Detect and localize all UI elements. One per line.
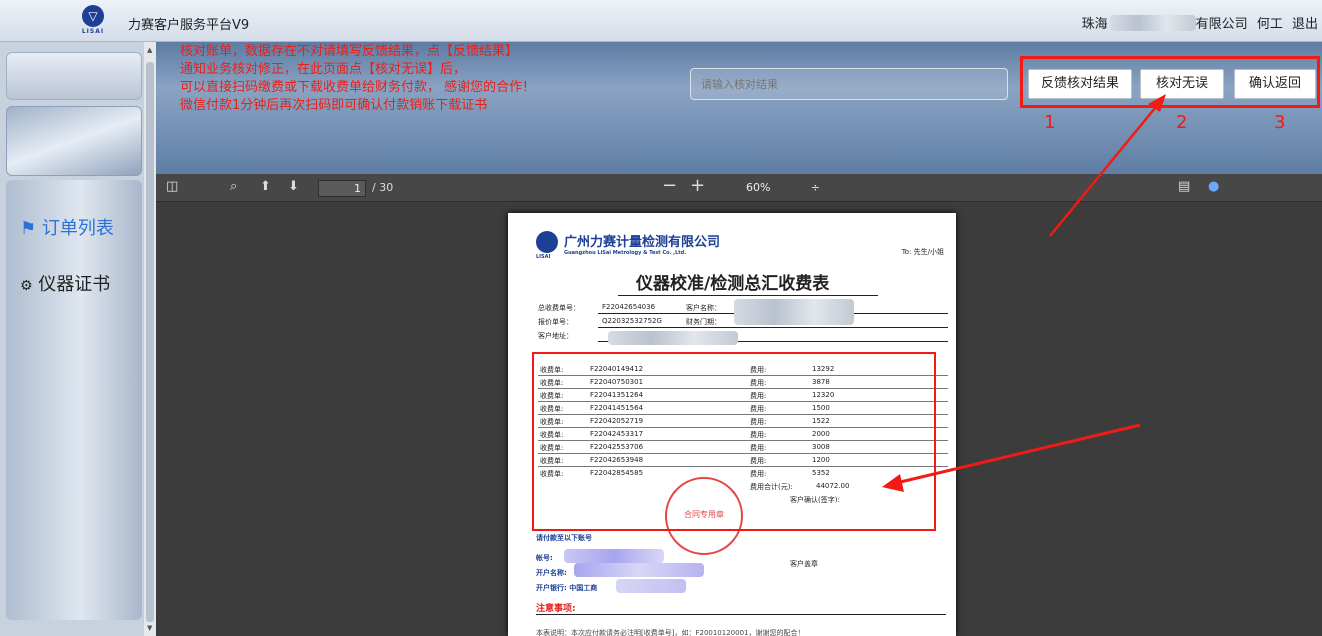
- notice-text: 核对账单，数据存在不对请填写反馈结果，点【反馈结果】 通知业务核对修正，在此页面…: [180, 43, 660, 115]
- user-area: 珠海 有限公司 何工 退出: [1077, 13, 1318, 32]
- sidebar-banner: [6, 52, 142, 100]
- zoom-select[interactable]: 60% ÷: [738, 179, 830, 197]
- sidebar-item-certificates[interactable]: ⚙ 仪器证书: [20, 270, 110, 296]
- scroll-up-icon[interactable]: ▲: [147, 46, 152, 54]
- field-line: [598, 327, 948, 328]
- bank-label: 开户银行: 中国工商: [536, 584, 598, 592]
- highlight-box-fees: [532, 352, 936, 531]
- verified-icon[interactable]: ●: [1208, 179, 1219, 194]
- quote-no: Q22032532752G: [602, 317, 662, 325]
- select-arrow-icon: ÷: [810, 181, 820, 194]
- customer-name-blurred: [734, 299, 854, 325]
- feedback-input[interactable]: [690, 68, 1008, 100]
- account-blurred: [564, 549, 664, 563]
- company-prefix: 珠海: [1081, 17, 1108, 32]
- sidebar-scrollbar[interactable]: ▲ ▼: [143, 42, 156, 636]
- total-no: F22042654036: [602, 303, 656, 311]
- page-total: / 30: [372, 181, 394, 194]
- address-blurred: [608, 331, 738, 345]
- next-page-icon[interactable]: ⬇: [288, 179, 299, 194]
- sidebar-item-order-list[interactable]: ⚑ 订单列表: [20, 214, 114, 240]
- sidebar-decoration: [6, 106, 142, 176]
- bank-title: 请付款至以下账号: [536, 534, 592, 542]
- notice-line: 微信付款1分钟后再次扫码即可确认付款销账下载证书: [180, 98, 488, 113]
- company-name-blurred: [1109, 15, 1196, 31]
- annotation-label-1: 1: [1044, 112, 1056, 133]
- lisai-logo: ▽ LISAI: [78, 5, 108, 39]
- notice-line: 可以直接扫码缴费或下载收费单给财务付款， 感谢您的合作！: [180, 80, 536, 95]
- scroll-thumb[interactable]: [146, 62, 154, 622]
- flag-icon: ⚑: [20, 218, 37, 239]
- confirm-return-button[interactable]: 确认返回: [1234, 69, 1316, 99]
- customer-name-label: 客户名称：: [686, 304, 721, 312]
- account-label: 帐号:: [536, 554, 553, 562]
- search-icon[interactable]: ⌕: [230, 179, 237, 194]
- page-number-input[interactable]: 1: [318, 180, 366, 197]
- notice-line: 核对账单，数据存在不对请填写反馈结果，点【反馈结果】: [180, 44, 519, 59]
- feedback-result-button[interactable]: 反馈核对结果: [1028, 69, 1132, 99]
- notes-title: 注意事项:: [536, 604, 576, 614]
- document-logo-text: LISAI: [536, 254, 551, 260]
- zoom-in-icon[interactable]: +: [690, 175, 705, 196]
- logout-link[interactable]: 退出: [1292, 17, 1318, 32]
- sidebar-toggle-icon[interactable]: ◫: [166, 179, 178, 194]
- title-underline: [618, 295, 878, 296]
- document-company-cn: 广州力赛计量检测有限公司: [564, 235, 721, 250]
- annotation-label-2: 2: [1176, 112, 1188, 133]
- notes-line: 本表说明：本次应付款请务必注明[收费单号]，如：F20010120001，谢谢您…: [536, 629, 805, 636]
- document-logo-icon: [536, 231, 558, 253]
- logo-text: LISAI: [81, 28, 105, 35]
- zoom-out-icon[interactable]: −: [662, 175, 677, 196]
- app-title: 力赛客户服务平台V9: [128, 18, 250, 33]
- sidebar-item-label: 订单列表: [41, 218, 114, 239]
- zoom-value: 60%: [746, 181, 771, 194]
- annotation-label-3: 3: [1274, 112, 1286, 133]
- document-title: 仪器校准/检测总汇收费表: [636, 274, 830, 294]
- previous-page-icon[interactable]: ⬆: [260, 179, 271, 194]
- app-window: ▽ LISAI 力赛客户服务平台V9 珠海 有限公司 何工 退出 ⚑ 订单列表 ⚙…: [0, 0, 1322, 636]
- gear-icon: ⚙: [20, 278, 33, 294]
- company-suffix: 有限公司: [1195, 17, 1248, 32]
- user-name[interactable]: 何工: [1257, 17, 1283, 32]
- quote-no-label: 报价单号：: [538, 318, 573, 326]
- account-name-blurred: [574, 563, 704, 577]
- document-to: To: 先生/小姐: [901, 248, 944, 256]
- notice-line: 通知业务核对修正，在此页面点【核对无误】后，: [180, 62, 467, 77]
- sidebar-menu: [6, 180, 142, 620]
- notes-underline: [536, 614, 946, 615]
- logo-icon: ▽: [82, 5, 104, 27]
- customer-stamp-label: 客户盖章: [790, 560, 818, 568]
- document-company-en: Guangzhou LiSai Metrology & Test Co. ,Lt…: [564, 250, 687, 256]
- download-icon[interactable]: ▤: [1178, 179, 1190, 194]
- scroll-down-icon[interactable]: ▼: [147, 624, 152, 632]
- address-label: 客户地址：: [538, 332, 573, 340]
- account-name-label: 开户名称:: [536, 569, 567, 577]
- bank-name-blurred: [616, 579, 686, 593]
- confirm-correct-button[interactable]: 核对无误: [1140, 69, 1224, 99]
- dept-label: 财务门期：: [686, 318, 721, 326]
- total-no-label: 总收费单号：: [538, 304, 580, 312]
- sidebar-item-label: 仪器证书: [38, 274, 111, 295]
- top-bar: ▽ LISAI 力赛客户服务平台V9 珠海 有限公司 何工 退出: [0, 0, 1322, 42]
